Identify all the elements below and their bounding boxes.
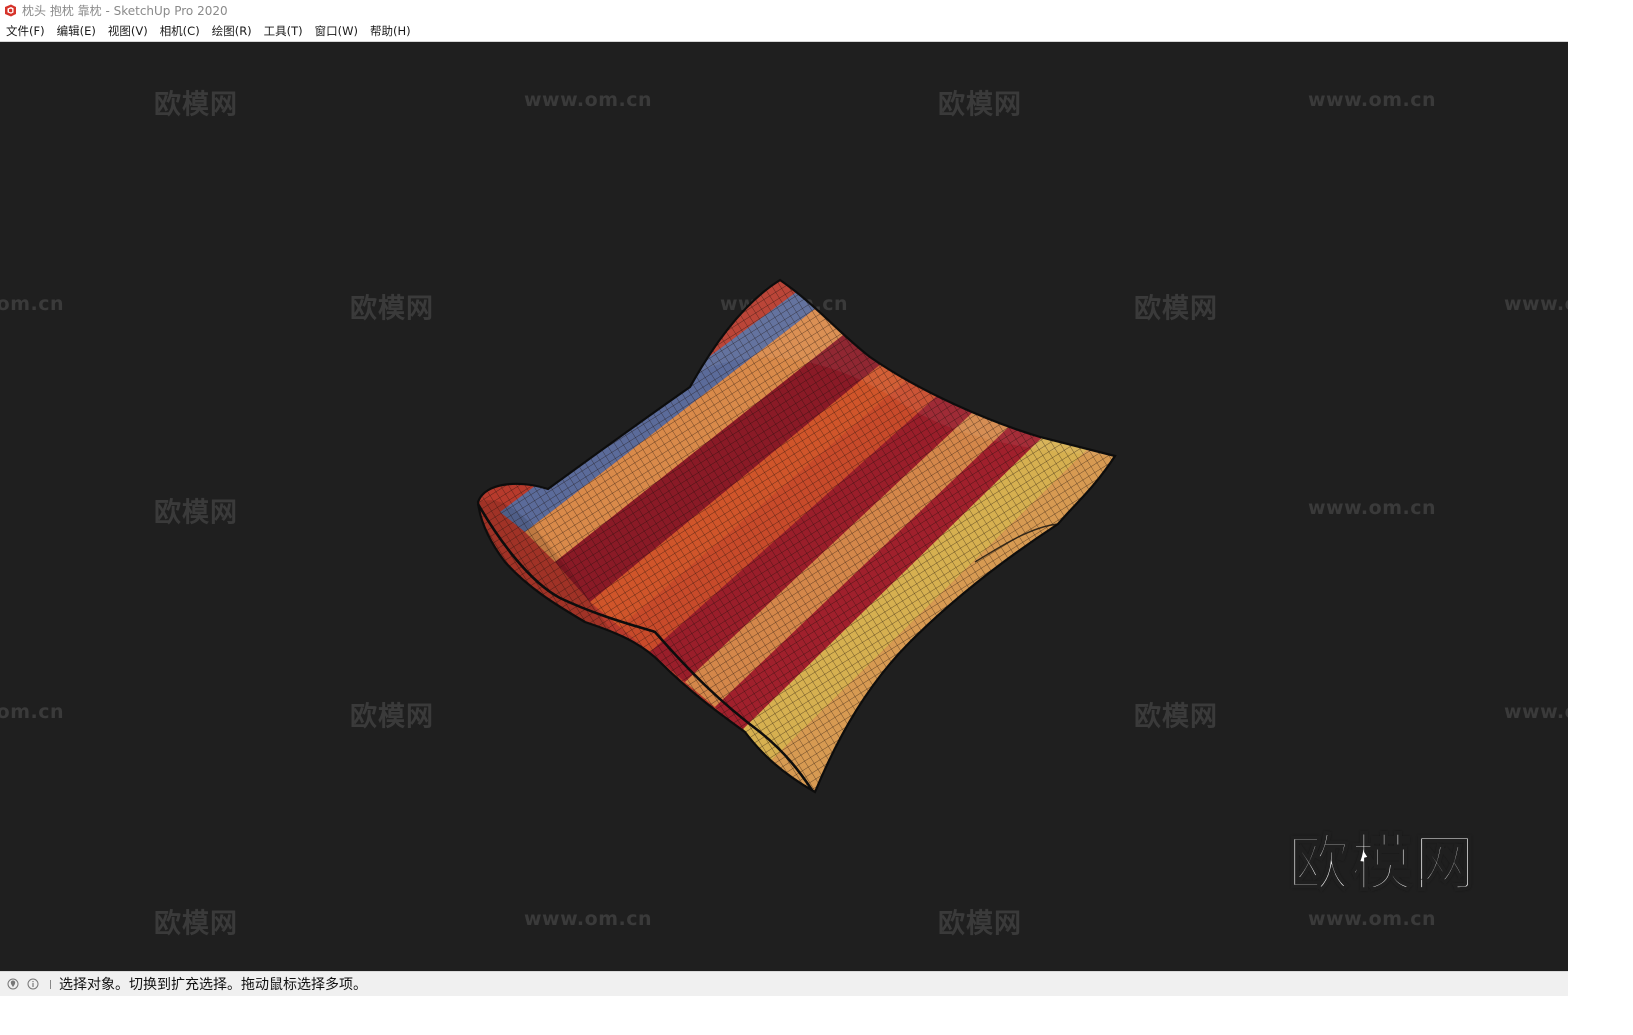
window-title: 枕头 抱枕 靠枕 - SketchUp Pro 2020 [22, 4, 228, 18]
status-message: 选择对象。切换到扩充选择。拖动鼠标选择多项。 [59, 977, 367, 993]
pillow-stripes [478, 280, 1115, 792]
brand-logo: 欧模网 [1287, 828, 1478, 899]
menu-bar: 文件(F) 编辑(E) 视图(V) 相机(C) 绘图(R) 工具(T) 窗口(W… [0, 21, 1568, 42]
info-icon[interactable] [26, 977, 40, 991]
menu-view[interactable]: 视图(V) [102, 21, 154, 41]
menu-window[interactable]: 窗口(W) [309, 21, 364, 41]
menu-camera[interactable]: 相机(C) [154, 21, 206, 41]
sketchup-logo-icon [4, 4, 17, 17]
geo-location-icon[interactable] [6, 977, 20, 991]
menu-draw[interactable]: 绘图(R) [206, 21, 258, 41]
model-viewport[interactable]: 欧模网 www.om.cn 欧模网 www.om.cn www.om.cn 欧模… [0, 42, 1568, 971]
title-bar: 枕头 抱枕 靠枕 - SketchUp Pro 2020 [0, 0, 1568, 21]
menu-edit[interactable]: 编辑(E) [51, 21, 102, 41]
status-bar: 选择对象。切换到扩充选择。拖动鼠标选择多项。 [0, 971, 1568, 996]
pillow-body[interactable] [440, 242, 1160, 862]
menu-help[interactable]: 帮助(H) [364, 21, 417, 41]
menu-tools[interactable]: 工具(T) [258, 21, 309, 41]
status-divider [50, 979, 51, 989]
menu-file[interactable]: 文件(F) [0, 21, 51, 41]
